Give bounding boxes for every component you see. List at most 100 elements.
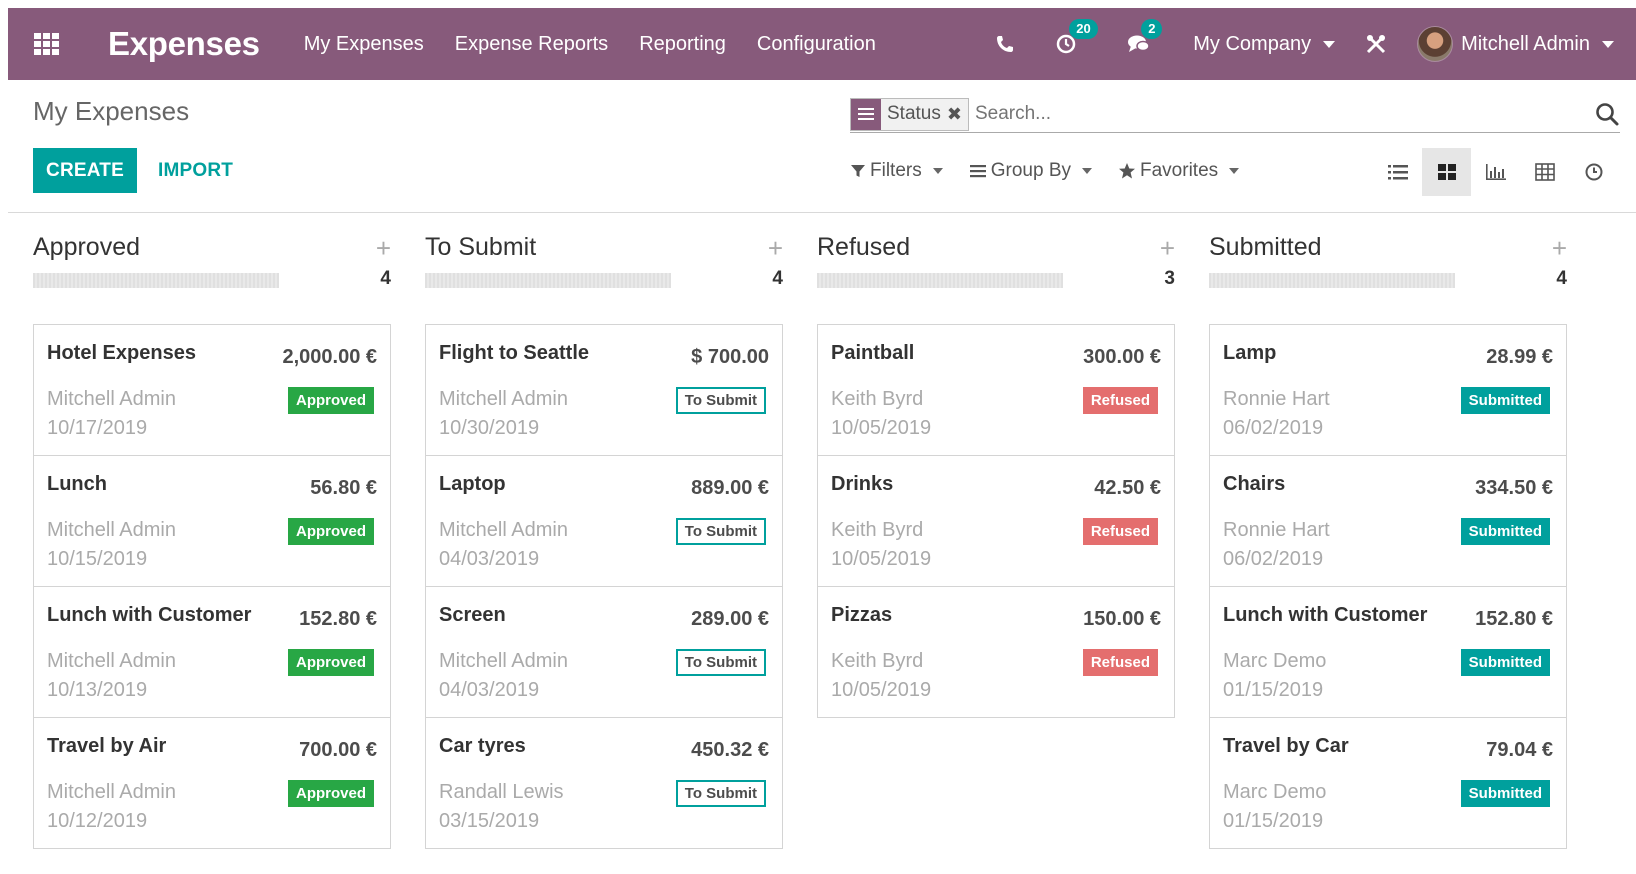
expense-card[interactable]: Lunch 56.80 € Mitchell Admin 10/15/2019 Appr… [33,455,391,587]
expense-card[interactable]: Lunch with Customer 152.80 € Mitchell Admi… [33,586,391,718]
messages-count-badge: 2 [1141,19,1163,39]
expense-amount: 42.50 € [1094,477,1161,499]
expense-card[interactable]: Pizzas 150.00 € Keith Byrd 10/05/2019 Refuse… [817,586,1175,718]
column-title: Approved [33,233,141,261]
kanban-view-button[interactable] [1422,148,1471,196]
filters-dropdown[interactable]: Filters [850,160,943,182]
expense-card[interactable]: Lamp 28.99 € Ronnie Hart 06/02/2019 Submitte… [1209,324,1567,456]
close-icon[interactable]: ✖ [947,104,968,125]
chevron-down-icon [1602,40,1614,48]
import-button[interactable]: IMPORT [158,148,233,193]
expense-employee: Keith Byrd [831,388,924,410]
favorites-dropdown[interactable]: Favorites [1118,160,1240,182]
groupby-dropdown[interactable]: Group By [969,160,1092,182]
expense-title: Travel by Air [47,735,167,757]
activity-view-button[interactable] [1569,148,1618,196]
search-input[interactable] [974,103,1594,125]
column-progress-bar[interactable] [425,273,671,288]
column-progress-bar[interactable] [1209,273,1455,288]
avatar [1417,26,1454,62]
chevron-down-icon [932,168,943,174]
chevron-down-icon [1323,40,1336,48]
search-options: Filters Group By Favorites [850,160,1265,182]
expense-title: Car tyres [439,735,526,757]
apps-menu-icon[interactable] [34,33,60,55]
pivot-view-button[interactable] [1520,148,1569,196]
activity-clock-icon[interactable]: 20 [1055,19,1098,55]
add-card-icon[interactable]: + [1552,233,1567,264]
menu-configuration[interactable]: Configuration [757,33,876,56]
chevron-down-icon [1082,168,1092,174]
control-panel-divider [8,212,1636,213]
expense-card[interactable]: Laptop 889.00 € Mitchell Admin 04/03/2019 To… [425,455,783,587]
bars-icon [969,165,986,178]
expense-card[interactable]: Car tyres 450.32 € Randall Lewis 03/15/2019… [425,717,783,849]
status-badge: To Submit [675,649,766,676]
expense-card[interactable]: Paintball 300.00 € Keith Byrd 10/05/2019 Ref… [817,324,1175,456]
column-cards: Lamp 28.99 € Ronnie Hart 06/02/2019 Submitte… [1209,324,1567,849]
expense-title: Lunch with Customer [1223,604,1428,626]
expense-date: 10/30/2019 [439,417,540,439]
expense-date: 10/12/2019 [47,810,148,832]
tools-icon[interactable] [1365,33,1387,55]
expense-card[interactable]: Chairs 334.50 € Ronnie Hart 06/02/2019 Submi… [1209,455,1567,587]
menu-my-expenses[interactable]: My Expenses [304,33,424,56]
activity-count-badge: 20 [1069,19,1098,39]
messages-icon[interactable]: 2 [1127,19,1163,55]
expense-card[interactable]: Travel by Car 79.04 € Marc Demo 01/15/2019 S… [1209,717,1567,849]
expense-amount: 889.00 € [691,477,769,499]
expense-card[interactable]: Hotel Expenses 2,000.00 € Mitchell Admin 10… [33,324,391,456]
expense-title: Laptop [439,473,506,495]
expense-card[interactable]: Flight to Seattle $ 700.00 Mitchell Admin 1… [425,324,783,456]
expense-card[interactable]: Travel by Air 700.00 € Mitchell Admin 10/12… [33,717,391,849]
breadcrumb: My Expenses [33,96,190,126]
create-button[interactable]: CREATE [33,148,137,193]
add-card-icon[interactable]: + [1160,233,1175,264]
company-label: My Company [1193,32,1312,55]
expense-card[interactable]: Drinks 42.50 € Keith Byrd 10/05/2019 Refused [817,455,1175,587]
status-badge: Submitted [1460,649,1550,676]
search-facet: Status ✖ [850,97,969,131]
search-bar: Status ✖ [850,96,1620,133]
column-title: Submitted [1209,233,1322,261]
user-menu[interactable]: Mitchell Admin [1417,26,1614,62]
expense-amount: 56.80 € [310,477,377,499]
expense-date: 04/03/2019 [439,679,540,701]
company-switcher[interactable]: My Company [1193,32,1336,56]
expense-card[interactable]: Screen 289.00 € Mitchell Admin 04/03/2019 To… [425,586,783,718]
menu-expense-reports[interactable]: Expense Reports [455,33,608,56]
column-cards: Hotel Expenses 2,000.00 € Mitchell Admin 10… [33,324,391,849]
status-badge: Approved [287,518,374,545]
expense-employee: Mitchell Admin [47,388,176,410]
status-badge: Approved [287,387,374,414]
expense-title: Drinks [831,473,894,495]
kanban-board: Approved +4 Hotel Expenses 2,000.00 € Mitche… [33,225,1628,874]
expense-employee: Keith Byrd [831,650,924,672]
menu-reporting[interactable]: Reporting [639,33,726,56]
expense-date: 10/13/2019 [47,679,148,701]
search-icon[interactable] [1594,101,1620,127]
column-count: 4 [772,268,783,289]
phone-icon[interactable] [995,34,1015,54]
graph-view-button[interactable] [1471,148,1520,196]
column-progress-bar[interactable] [817,273,1063,288]
expense-date: 06/02/2019 [1223,417,1324,439]
expense-amount: 700.00 € [299,739,377,761]
kanban-icon [1437,164,1456,180]
expense-date: 10/05/2019 [831,679,932,701]
list-view-button[interactable] [1373,148,1422,196]
expense-employee: Marc Demo [1223,650,1327,672]
app-brand[interactable]: Expenses [108,25,260,63]
expense-date: 06/02/2019 [1223,548,1324,570]
expense-amount: 28.99 € [1486,346,1553,368]
user-name: Mitchell Admin [1461,32,1590,55]
status-badge: Refused [1082,518,1158,545]
expense-date: 04/03/2019 [439,548,540,570]
expense-title: Travel by Car [1223,735,1349,757]
column-progress-bar[interactable] [33,273,279,288]
expense-employee: Keith Byrd [831,519,924,541]
status-badge: Approved [287,649,374,676]
expense-card[interactable]: Lunch with Customer 152.80 € Marc Demo 01/1… [1209,586,1567,718]
add-card-icon[interactable]: + [376,233,391,264]
add-card-icon[interactable]: + [768,233,783,264]
